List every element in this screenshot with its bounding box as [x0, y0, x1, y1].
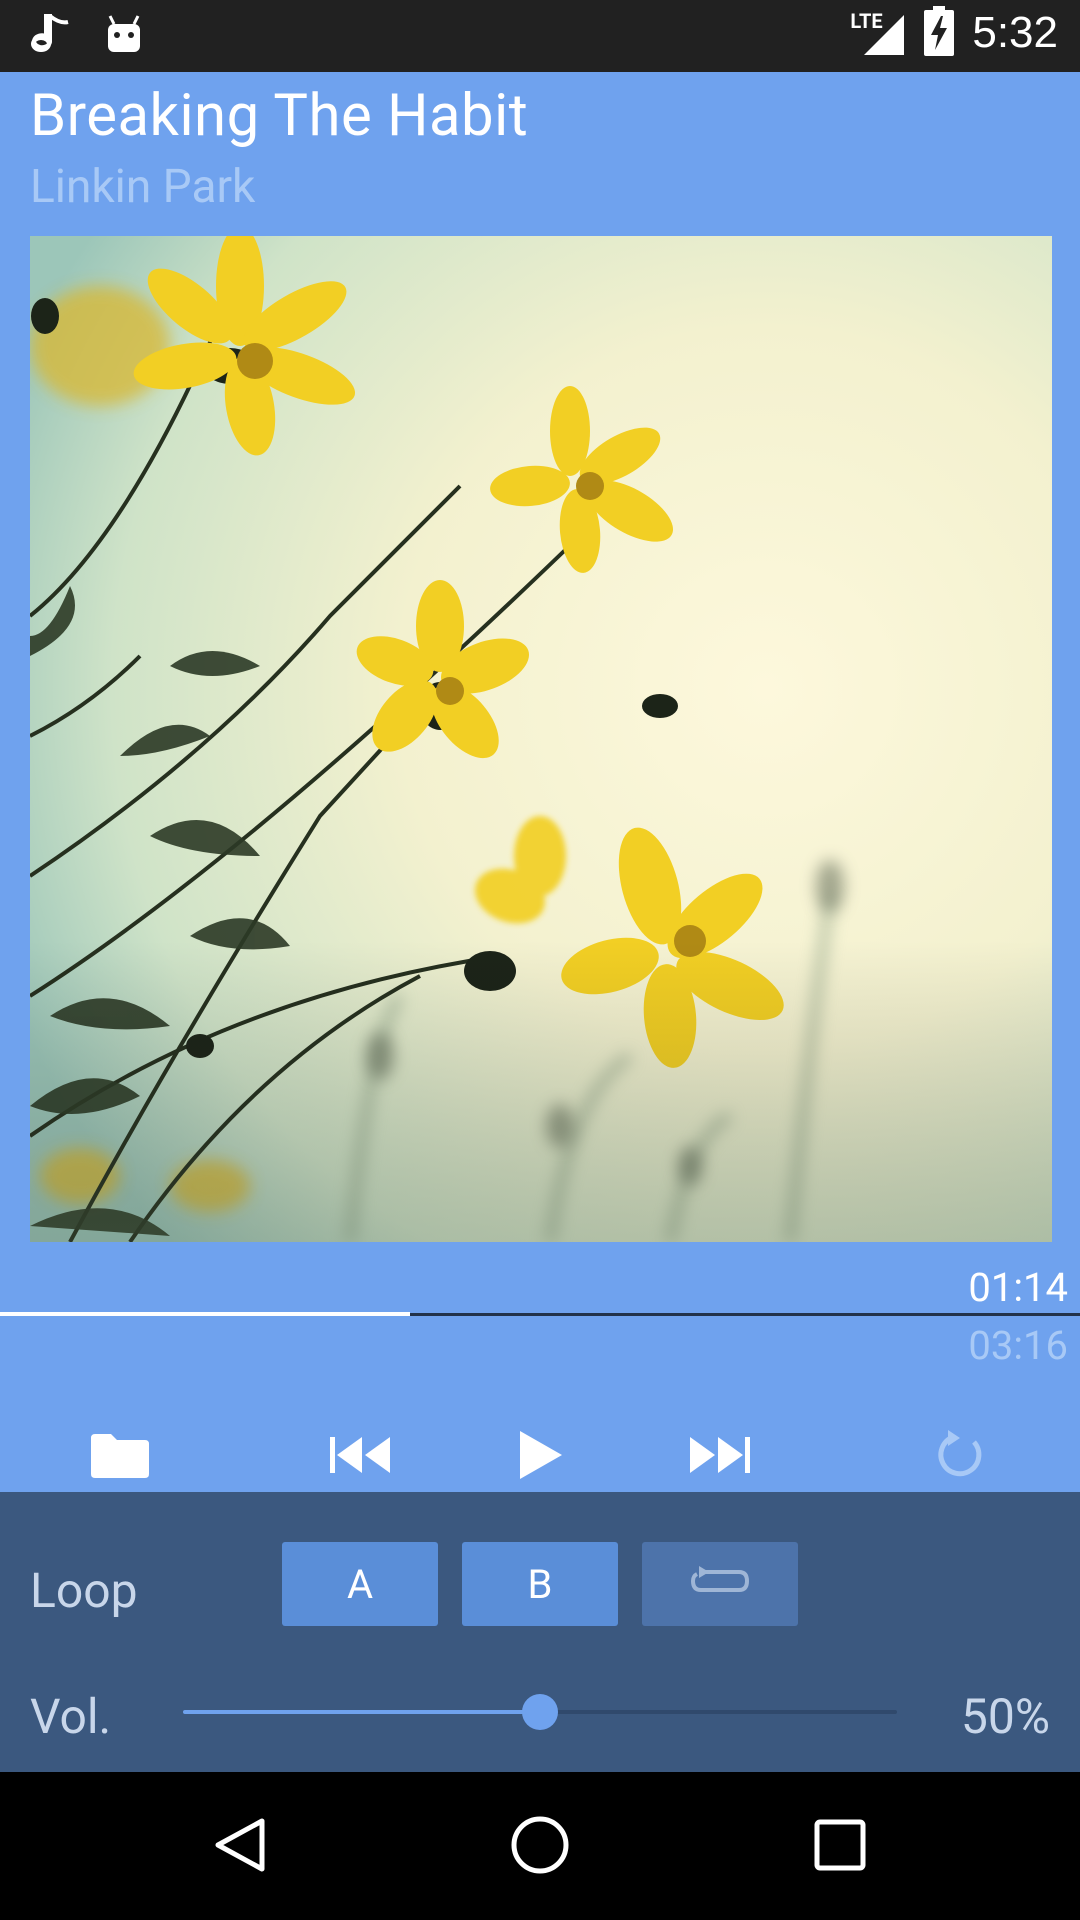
skip-next-icon — [688, 1435, 752, 1479]
ab-repeat-icon — [689, 1561, 751, 1608]
song-title: Breaking The Habit — [30, 82, 529, 150]
navigation-bar — [0, 1772, 1080, 1920]
elapsed-time: 01:14 — [968, 1264, 1068, 1311]
recents-button[interactable] — [795, 1802, 885, 1892]
back-button[interactable] — [195, 1802, 285, 1892]
music-note-icon — [30, 12, 74, 60]
battery-charging-icon — [924, 6, 955, 60]
back-triangle-icon — [210, 1815, 270, 1879]
loop-panel: Loop A B Vol. 50% — [0, 1492, 1080, 1772]
ab-repeat-button[interactable] — [642, 1542, 798, 1626]
player-area: Breaking The Habit Linkin Park 01:14 03:… — [0, 72, 1080, 1492]
android-icon — [104, 14, 144, 58]
skip-previous-icon — [328, 1435, 392, 1479]
album-art — [30, 236, 1052, 1242]
home-button[interactable] — [495, 1802, 585, 1892]
volume-slider-thumb[interactable] — [522, 1694, 558, 1730]
volume-slider-fill[interactable] — [183, 1710, 540, 1714]
volume-label: Vol. — [30, 1688, 112, 1745]
recents-square-icon — [812, 1817, 868, 1877]
repeat-icon — [935, 1430, 985, 1484]
play-icon — [516, 1429, 564, 1485]
loop-b-button[interactable]: B — [462, 1542, 618, 1626]
loop-label: Loop — [30, 1562, 138, 1619]
clock: 5:32 — [972, 8, 1058, 57]
home-circle-icon — [509, 1814, 571, 1880]
loop-a-button[interactable]: A — [282, 1542, 438, 1626]
total-time: 03:16 — [968, 1322, 1068, 1369]
folder-icon — [89, 1430, 151, 1484]
seek-bar-progress[interactable] — [0, 1312, 410, 1316]
song-artist: Linkin Park — [30, 160, 256, 214]
signal-icon: LTE — [850, 9, 906, 57]
status-bar: LTE 5:32 — [0, 0, 1080, 72]
volume-value: 50% — [960, 1688, 1050, 1745]
